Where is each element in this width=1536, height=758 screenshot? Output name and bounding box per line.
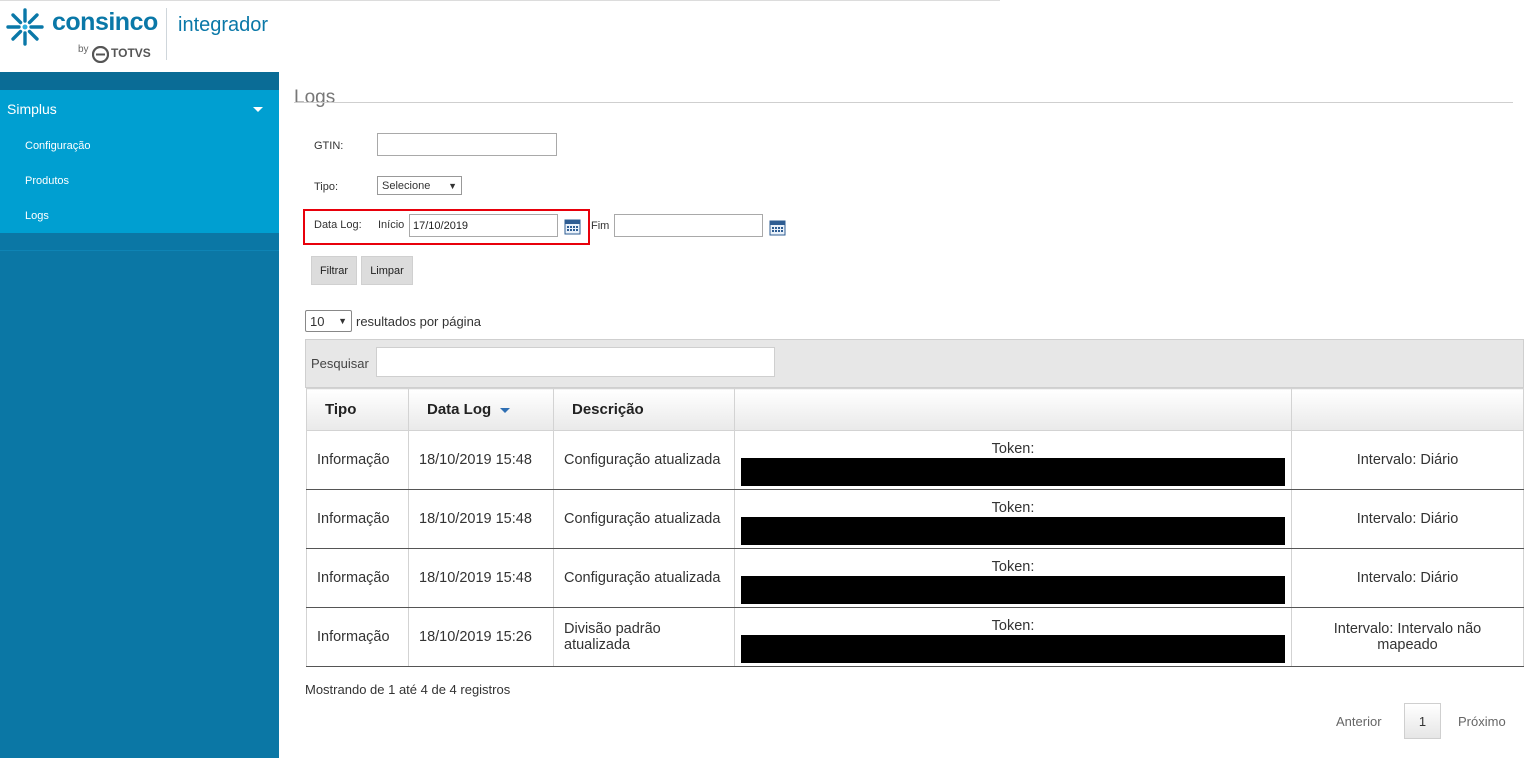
cell-data-log: 18/10/2019 15:26 [408,607,554,667]
column-header-label: Data Log [427,401,492,418]
table-info-text: Mostrando de 1 até 4 de 4 registros [305,682,511,697]
cell-descricao: Configuração atualizada [553,489,735,549]
token-label: Token: [991,441,1035,457]
page-size-value: 10 [310,313,325,329]
cell-tipo: Informação [306,430,409,490]
brand-by-text: by [78,44,89,55]
redacted-token-bar [741,458,1285,486]
tipo-selected-value: Selecione [382,179,431,192]
sidebar-item-produtos[interactable]: Produtos [0,163,279,198]
redacted-token-bar [741,576,1285,604]
redacted-token-bar [741,635,1285,663]
cell-intervalo: Intervalo: Diário [1291,489,1524,549]
filtrar-button[interactable]: Filtrar [311,256,357,285]
search-label: Pesquisar [311,356,369,371]
sidebar-separator [0,233,279,251]
totvs-logo-icon [92,46,109,63]
dropdown-arrow-icon: ▼ [338,316,347,326]
cell-intervalo: Intervalo: Intervalo não mapeado [1291,607,1524,667]
inicio-date-input[interactable] [409,214,558,237]
sidebar-item-logs[interactable]: Logs [0,198,279,233]
column-header-tipo[interactable]: Tipo [306,388,409,431]
table-row[interactable]: Informação 18/10/2019 15:48 Configuração… [306,489,1524,549]
inicio-label: Início [378,219,405,231]
logs-table: Tipo Data Log Descrição Informação 18/10… [306,388,1524,667]
cell-intervalo: Intervalo: Diário [1291,430,1524,490]
sidebar-top-stripe [0,72,279,90]
search-input[interactable] [376,347,775,377]
sidebar-group-simplus: Simplus Configuração Produtos Logs [0,90,279,233]
cell-tipo: Informação [306,489,409,549]
sort-descending-icon [500,407,511,413]
cell-data-log: 18/10/2019 15:48 [408,430,554,490]
dropdown-arrow-icon: ▼ [448,180,457,191]
data-log-label: Data Log: [314,219,362,231]
redacted-token-bar [741,517,1285,545]
product-name: integrador [178,14,269,36]
brand-name: consinco [52,8,158,36]
table-row[interactable]: Informação 18/10/2019 15:48 Configuração… [306,430,1524,490]
calendar-icon[interactable] [769,219,786,236]
page-size-label: resultados por página [356,314,482,329]
table-row[interactable]: Informação 18/10/2019 15:48 Configuração… [306,548,1524,608]
cell-data-log: 18/10/2019 15:48 [408,489,554,549]
sidebar-item-label: Produtos [25,174,70,187]
column-header-descricao[interactable]: Descrição [553,388,735,431]
column-header-data-log[interactable]: Data Log [408,388,554,431]
calendar-icon[interactable] [564,218,581,235]
chevron-down-icon [253,106,263,112]
cell-descricao: Configuração atualizada [553,430,735,490]
token-label: Token: [991,500,1035,516]
page-size-select[interactable]: 10 ▼ [305,310,352,332]
tipo-select[interactable]: Selecione ▼ [377,176,462,195]
sidebar-group-header[interactable]: Simplus [0,90,279,128]
tipo-label: Tipo: [314,181,339,193]
column-header-token[interactable] [734,388,1292,431]
pagination-current-page[interactable]: 1 [1404,703,1441,739]
pagination-next[interactable]: Próximo [1458,714,1506,729]
sidebar: Simplus Configuração Produtos Logs [0,72,279,758]
title-divider [294,102,1513,103]
token-label: Token: [991,559,1035,575]
column-header-intervalo[interactable] [1291,388,1524,431]
cell-token: Token: [734,607,1292,667]
fim-label: Fim [591,220,610,232]
sidebar-item-label: Configuração [25,139,91,152]
app-logo[interactable]: consinco by TOTVS integrador [0,0,290,72]
logo-divider [166,8,167,60]
cell-token: Token: [734,489,1292,549]
cell-descricao: Configuração atualizada [553,548,735,608]
cell-tipo: Informação [306,607,409,667]
pagination-previous[interactable]: Anterior [1336,714,1382,729]
gtin-input[interactable] [377,133,557,156]
cell-descricao: Divisão padrão atualizada [553,607,735,667]
cell-token: Token: [734,430,1292,490]
fim-date-input[interactable] [614,214,763,237]
cell-data-log: 18/10/2019 15:48 [408,548,554,608]
search-bar: Pesquisar [305,339,1524,388]
sidebar-item-configuracao[interactable]: Configuração [0,128,279,163]
table-row[interactable]: Informação 18/10/2019 15:26 Divisão padr… [306,607,1524,667]
cell-token: Token: [734,548,1292,608]
gtin-label: GTIN: [314,140,344,152]
cell-intervalo: Intervalo: Diário [1291,548,1524,608]
cell-tipo: Informação [306,548,409,608]
table-header-row: Tipo Data Log Descrição [306,388,1524,431]
totvs-text: TOTVS [111,46,151,60]
token-label: Token: [991,618,1035,634]
consinco-logo-icon [6,8,44,46]
sidebar-group-label: Simplus [7,101,57,117]
limpar-button[interactable]: Limpar [361,256,413,285]
sidebar-item-label: Logs [25,209,49,222]
page-title: Logs [294,86,336,108]
